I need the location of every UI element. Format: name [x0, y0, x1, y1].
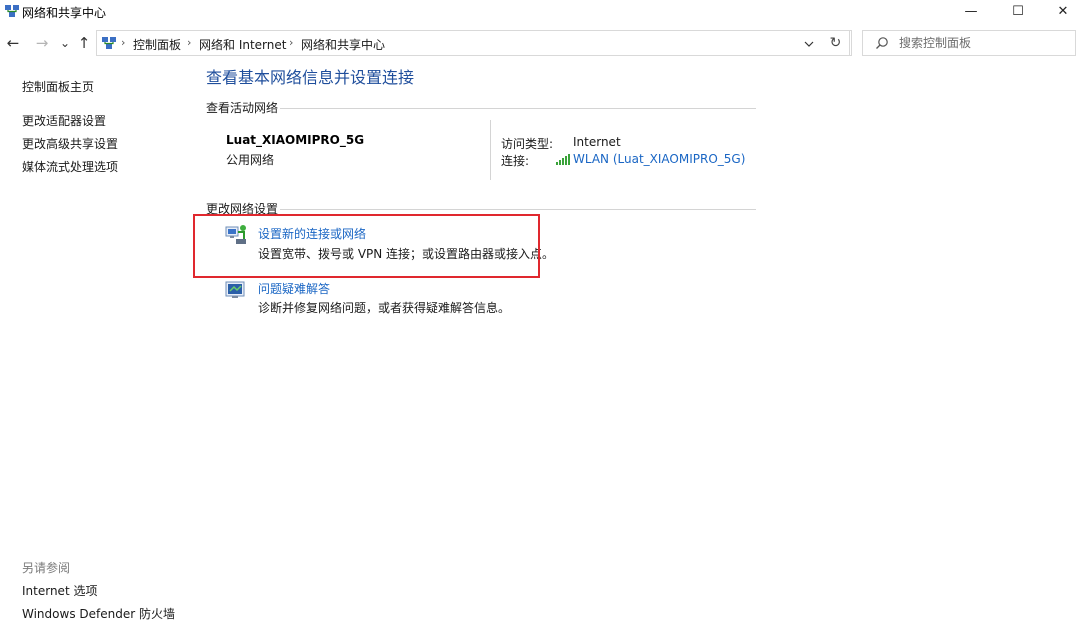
- see-also-internet-options[interactable]: Internet 选项: [22, 582, 97, 599]
- troubleshoot-link[interactable]: 问题疑难解答: [258, 280, 330, 297]
- address-dropdown-button[interactable]: [797, 33, 821, 55]
- chevron-right-icon: ›: [121, 36, 126, 49]
- sidebar-item-adapter-settings[interactable]: 更改适配器设置: [22, 112, 106, 129]
- network-name: Luat_XIAOMIPRO_5G: [226, 133, 365, 147]
- breadcrumb-control-panel[interactable]: 控制面板: [133, 36, 181, 53]
- troubleshoot-description: 诊断并修复网络问题，或者获得疑难解答信息。: [258, 301, 511, 315]
- up-button[interactable]: ↑: [74, 32, 94, 54]
- refresh-button[interactable]: ↻: [822, 30, 850, 56]
- wifi-signal-icon: [556, 154, 570, 165]
- access-type-label: 访问类型:: [501, 137, 554, 151]
- breadcrumb-network-sharing-center[interactable]: 网络和共享中心: [301, 36, 385, 53]
- maximize-button[interactable]: ☐: [995, 0, 1041, 22]
- see-also-firewall[interactable]: Windows Defender 防火墙: [22, 605, 175, 622]
- search-box[interactable]: [862, 30, 1076, 56]
- close-button[interactable]: ✕: [1040, 0, 1080, 22]
- troubleshoot-icon: [225, 281, 245, 298]
- forward-button[interactable]: →: [32, 32, 52, 54]
- search-icon: [876, 37, 888, 49]
- vertical-divider: [490, 120, 491, 180]
- search-input[interactable]: [897, 34, 1067, 52]
- sidebar-item-control-panel-home[interactable]: 控制面板主页: [22, 78, 94, 95]
- connection-label: 连接:: [501, 154, 530, 168]
- network-center-icon: [5, 5, 19, 17]
- minimize-button[interactable]: —: [948, 0, 994, 22]
- sidebar-item-media-streaming[interactable]: 媒体流式处理选项: [22, 158, 118, 175]
- back-button[interactable]: ←: [3, 32, 23, 54]
- chevron-right-icon: ›: [289, 36, 294, 49]
- window-title: 网络和共享中心: [22, 6, 107, 20]
- active-networks-header: 查看活动网络: [206, 101, 279, 115]
- title-bar: 网络和共享中心 — ☐ ✕: [0, 0, 1080, 24]
- access-type-value: Internet: [573, 135, 621, 149]
- chevron-right-icon: ›: [187, 36, 192, 49]
- see-also-heading: 另请参阅: [22, 561, 71, 575]
- address-bar[interactable]: › 控制面板 › 网络和 Internet › 网络和共享中心: [96, 30, 852, 56]
- navigation-bar: ← → ⌄ ↑ › 控制面板 › 网络和 Internet › 网络和共享中心 …: [0, 28, 1080, 58]
- section-divider: [280, 209, 756, 210]
- breadcrumb-network-internet[interactable]: 网络和 Internet: [199, 36, 286, 53]
- recent-locations-button[interactable]: ⌄: [55, 32, 75, 54]
- page-title: 查看基本网络信息并设置连接: [206, 68, 415, 87]
- highlight-annotation-box: [193, 214, 540, 278]
- chevron-down-icon: [804, 41, 814, 47]
- sidebar-item-advanced-sharing[interactable]: 更改高级共享设置: [22, 135, 118, 152]
- network-category: 公用网络: [226, 153, 275, 167]
- section-divider: [280, 108, 756, 109]
- control-panel-icon: [102, 37, 116, 49]
- connection-link[interactable]: WLAN (Luat_XIAOMIPRO_5G): [573, 152, 745, 166]
